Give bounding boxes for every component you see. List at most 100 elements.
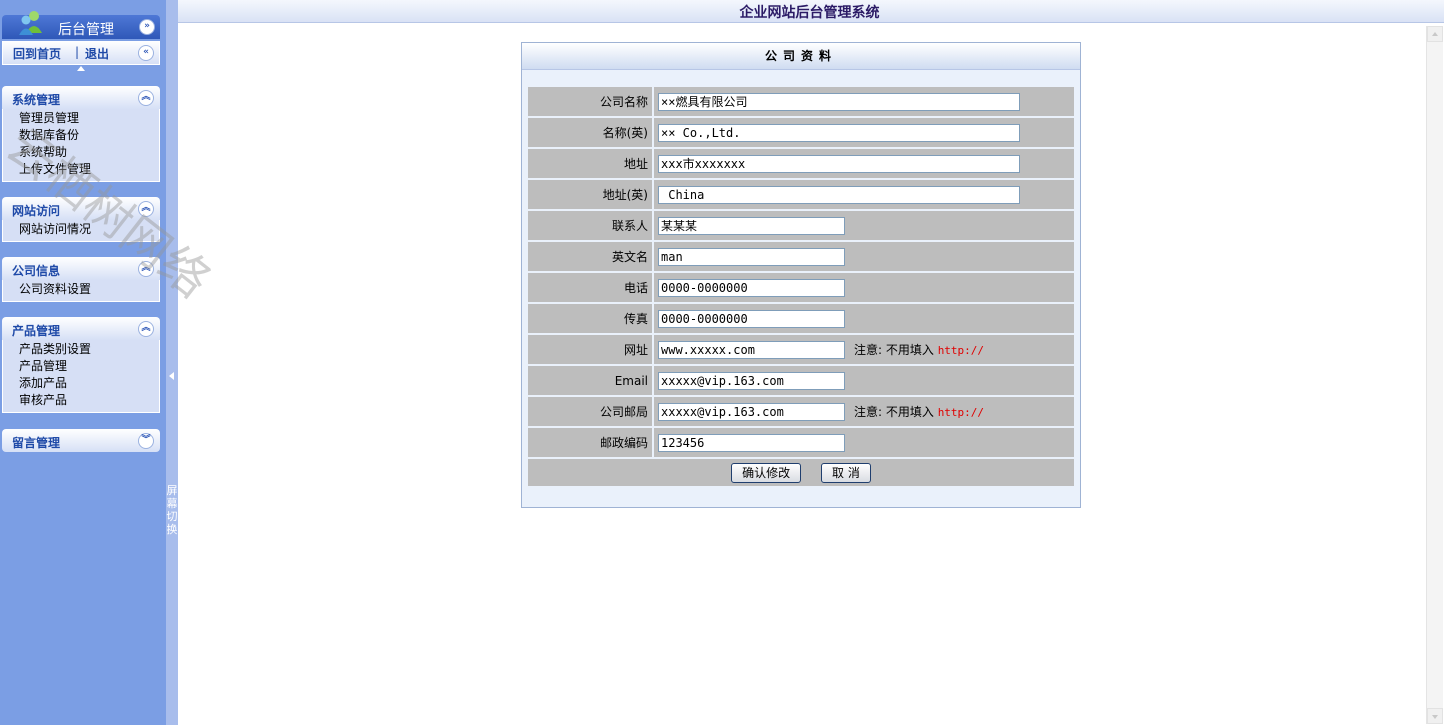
menu-group-products: 产品管理 ︽ 产品类别设置 产品管理 添加产品 审核产品 <box>2 317 160 413</box>
screen-toggle-bar[interactable]: 屏幕切换 <box>166 0 178 725</box>
field-label: 联系人 <box>528 211 654 242</box>
menu-group-items: 公司资料设置 <box>2 280 160 302</box>
form-row: 邮政编码 <box>528 428 1074 459</box>
field-label: 网址 <box>528 335 654 366</box>
contact-input[interactable] <box>658 216 845 235</box>
sidebar-item-db-backup[interactable]: 数据库备份 <box>3 127 159 144</box>
cancel-button[interactable]: 取 消 <box>821 462 871 483</box>
menu-group-header[interactable]: 公司信息 ︽ <box>2 257 160 280</box>
menu-group-title: 留言管理 <box>12 436 61 450</box>
company-info-panel: 公司资料 公司名称 名称(英) 地址 地址(英) 联系人 英文名 电话 <box>521 42 1081 508</box>
company-name-input[interactable] <box>658 92 1020 111</box>
chevron-down-icon[interactable]: » <box>139 19 155 35</box>
field-label: 公司邮局 <box>528 397 654 428</box>
menu-group-title: 网站访问 <box>12 204 61 218</box>
website-note: 注意: 不用填入 http:// <box>854 343 984 357</box>
scroll-up-icon[interactable] <box>1427 26 1443 42</box>
website-input[interactable] <box>658 340 845 359</box>
note-text: 注意: 不用填入 <box>854 405 934 419</box>
address-en-input[interactable] <box>658 185 1020 204</box>
home-link[interactable]: 回到首页 <box>13 45 61 62</box>
logout-link[interactable]: 退出 <box>85 45 109 62</box>
top-bar: 企业网站后台管理系统 <box>178 0 1444 23</box>
menu-group-title: 产品管理 <box>12 324 61 338</box>
form-row: 联系人 <box>528 211 1074 242</box>
menu-group-visits: 网站访问 ︽ 网站访问情况 <box>2 197 160 242</box>
quick-links-bar: 回到首页 | 退出 « <box>2 41 160 65</box>
sidebar-item-products[interactable]: 产品管理 <box>3 358 159 375</box>
chevron-up-icon[interactable]: ︽ <box>138 321 154 337</box>
users-icon <box>19 11 42 35</box>
company-name-en-input[interactable] <box>658 123 1020 142</box>
sidebar-header: 后台管理 » <box>2 11 160 39</box>
chevron-up-icon[interactable]: ︽ <box>138 201 154 217</box>
form-row: 地址 <box>528 149 1074 180</box>
form-row: Email <box>528 366 1074 397</box>
note-http: http:// <box>937 344 985 357</box>
chevron-up-icon[interactable]: ︽ <box>138 261 154 277</box>
field-label: 名称(英) <box>528 118 654 149</box>
menu-group-company: 公司信息 ︽ 公司资料设置 <box>2 257 160 302</box>
form-row: 英文名 <box>528 242 1074 273</box>
form-row: 网址 注意: 不用填入 http:// <box>528 335 1074 366</box>
address-input[interactable] <box>658 154 1020 173</box>
field-label: 公司名称 <box>528 87 654 118</box>
menu-group-header[interactable]: 留言管理 ︾ <box>2 429 160 452</box>
english-name-input[interactable] <box>658 247 845 266</box>
panel-title: 公司资料 <box>522 43 1080 70</box>
confirm-button[interactable]: 确认修改 <box>731 462 802 483</box>
chevron-up-icon[interactable]: ︽ <box>138 90 154 106</box>
sidebar-item-product-categories[interactable]: 产品类别设置 <box>3 341 159 358</box>
company-mail-input[interactable] <box>658 402 845 421</box>
field-label: Email <box>528 366 654 397</box>
chevron-down-icon[interactable]: ︾ <box>138 433 154 449</box>
scroll-down-icon[interactable] <box>1427 708 1443 724</box>
phone-input[interactable] <box>658 278 845 297</box>
arrow-left-icon[interactable] <box>169 372 174 380</box>
sidebar-item-company-settings[interactable]: 公司资料设置 <box>3 281 159 298</box>
menu-group-header[interactable]: 产品管理 ︽ <box>2 317 160 340</box>
form-actions-row: 确认修改 取 消 <box>528 459 1074 488</box>
fax-input[interactable] <box>658 309 845 328</box>
form-row: 电话 <box>528 273 1074 304</box>
sidebar-item-admin[interactable]: 管理员管理 <box>3 110 159 127</box>
sidebar-item-visit-stats[interactable]: 网站访问情况 <box>3 221 159 238</box>
chevron-left-icon[interactable]: « <box>138 45 154 61</box>
form-row: 传真 <box>528 304 1074 335</box>
menu-group-system: 系统管理 ︽ 管理员管理 数据库备份 系统帮助 上传文件管理 <box>2 86 160 182</box>
company-mail-note: 注意: 不用填入 http:// <box>854 405 984 419</box>
note-text: 注意: 不用填入 <box>854 343 934 357</box>
postcode-input[interactable] <box>658 433 845 452</box>
sidebar-title: 后台管理 <box>58 22 114 38</box>
menu-group-messages: 留言管理 ︾ <box>2 429 160 452</box>
form-row: 公司名称 <box>528 87 1074 118</box>
left-sidebar: 后台管理 » 回到首页 | 退出 « 系统管理 ︽ 管理员管理 数据库备份 系统… <box>0 0 166 725</box>
screen-toggle-label[interactable]: 屏幕切换 <box>166 484 178 536</box>
note-http: http:// <box>937 406 985 419</box>
form-row: 地址(英) <box>528 180 1074 211</box>
sidebar-item-review-products[interactable]: 审核产品 <box>3 392 159 409</box>
email-input[interactable] <box>658 371 845 390</box>
menu-group-header[interactable]: 系统管理 ︽ <box>2 86 160 109</box>
system-title: 企业网站后台管理系统 <box>739 5 880 21</box>
form-row: 公司邮局 注意: 不用填入 http:// <box>528 397 1074 428</box>
sidebar-item-help[interactable]: 系统帮助 <box>3 144 159 161</box>
arrow-up-icon[interactable] <box>77 66 85 71</box>
vertical-scrollbar[interactable] <box>1426 26 1443 724</box>
company-info-form: 公司名称 名称(英) 地址 地址(英) 联系人 英文名 电话 传真 <box>528 87 1074 488</box>
sidebar-item-add-product[interactable]: 添加产品 <box>3 375 159 392</box>
menu-group-title: 系统管理 <box>12 93 61 107</box>
field-label: 电话 <box>528 273 654 304</box>
link-separator: | <box>75 45 80 59</box>
menu-group-header[interactable]: 网站访问 ︽ <box>2 197 160 220</box>
field-label: 传真 <box>528 304 654 335</box>
field-label: 地址(英) <box>528 180 654 211</box>
field-label: 地址 <box>528 149 654 180</box>
menu-group-title: 公司信息 <box>12 264 61 278</box>
sidebar-item-upload-files[interactable]: 上传文件管理 <box>3 161 159 178</box>
menu-group-items: 管理员管理 数据库备份 系统帮助 上传文件管理 <box>2 109 160 182</box>
field-label: 英文名 <box>528 242 654 273</box>
field-label: 邮政编码 <box>528 428 654 459</box>
form-row: 名称(英) <box>528 118 1074 149</box>
menu-group-items: 网站访问情况 <box>2 220 160 242</box>
